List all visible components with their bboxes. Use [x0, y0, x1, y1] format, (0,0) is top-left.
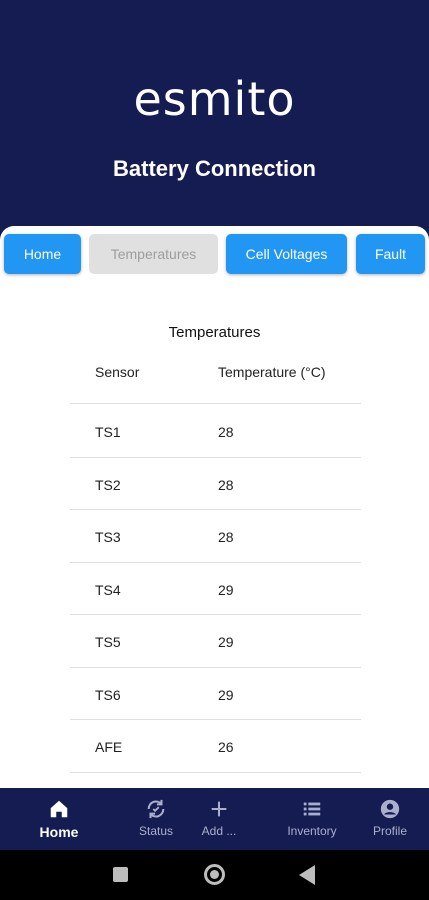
- tab-fault[interactable]: Fault: [356, 234, 425, 274]
- tab-home[interactable]: Home: [4, 234, 81, 274]
- tab-bar: Home Temperatures Cell Voltages Fault: [0, 234, 429, 274]
- nav-profile[interactable]: Profile: [347, 788, 429, 850]
- nav-inventory[interactable]: Inventory: [269, 788, 355, 850]
- recents-icon[interactable]: [113, 867, 128, 882]
- nav-label: Profile: [372, 824, 407, 838]
- sensor-cell: TS5: [95, 634, 121, 650]
- sensor-cell: TS1: [95, 424, 121, 440]
- tab-temperatures: Temperatures: [89, 234, 218, 274]
- nav-home[interactable]: Home: [16, 788, 102, 850]
- home-button-icon[interactable]: [204, 864, 225, 885]
- account-icon: [380, 799, 400, 819]
- temperature-cell: 28: [218, 529, 234, 545]
- table-row: TS4 29: [70, 563, 361, 615]
- nav-label: Add ...: [201, 824, 237, 838]
- nav-add[interactable]: Add ...: [176, 788, 262, 850]
- table-title: Temperatures: [168, 324, 261, 341]
- temperature-cell: 28: [218, 476, 234, 493]
- table-row: TS3 28: [70, 510, 361, 563]
- temperature-cell: 28: [218, 424, 234, 440]
- temperature-cell: 29: [218, 581, 234, 598]
- sensor-cell: AFE: [95, 739, 123, 755]
- table-row: TS6 29: [70, 668, 361, 720]
- column-header-sensor: Sensor: [95, 364, 140, 380]
- table-header: Sensor Temperature (°C): [70, 364, 361, 404]
- nav-label: Home: [39, 824, 79, 840]
- temperature-cell: 29: [218, 686, 234, 703]
- system-navigation-bar: [0, 850, 429, 900]
- logo-text: esmito: [133, 72, 296, 126]
- app-header: esmito Battery Connection: [0, 0, 429, 240]
- list-icon: [303, 802, 321, 816]
- sensor-cell: TS3: [95, 529, 121, 545]
- table-row: TS2 28: [70, 458, 361, 510]
- home-icon: [50, 800, 68, 818]
- nav-label: Inventory: [287, 824, 337, 838]
- table-row: TS5 29: [70, 615, 361, 668]
- sensor-cell: TS4: [95, 581, 121, 598]
- table-row: AFE 26: [70, 720, 361, 773]
- page-title: Battery Connection: [113, 156, 316, 181]
- sensor-cell: TS6: [95, 686, 121, 703]
- tab-cell-voltages[interactable]: Cell Voltages: [226, 234, 347, 274]
- esmito-logo: esmito: [0, 72, 429, 126]
- plus-icon: [211, 801, 227, 817]
- bottom-navigation: Home Status Add ... Inventory Profile: [0, 788, 429, 850]
- temperature-cell: 26: [218, 739, 234, 755]
- sync-icon: [147, 799, 165, 819]
- table-row: TS1 28: [70, 405, 361, 458]
- column-header-temperature: Temperature (°C): [218, 364, 326, 380]
- sensor-cell: TS2: [95, 476, 121, 493]
- table-body: TS1 28 TS2 28 TS3 28 TS4 29 TS5 29 TS6 2…: [70, 405, 361, 773]
- temperature-cell: 29: [218, 634, 234, 650]
- back-icon[interactable]: [299, 865, 315, 885]
